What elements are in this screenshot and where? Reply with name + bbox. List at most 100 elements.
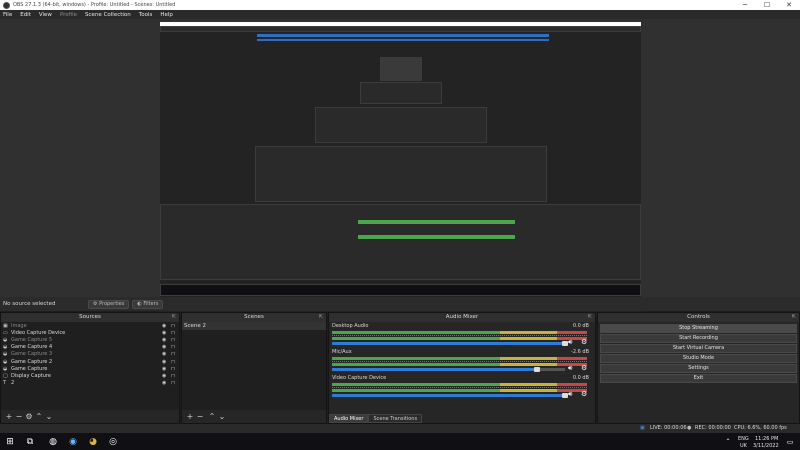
source-item[interactable]: T 2 ◉ ⊓ [1,380,179,387]
menu-scene-collection[interactable]: Scene Collection [85,12,131,18]
close-button[interactable]: ✕ [778,0,800,10]
tab-scene-transitions[interactable]: Scene Transitions [368,414,423,423]
gear-icon[interactable]: ⚙ [581,364,587,372]
source-item[interactable]: ◒ Game Capture 4 ◉ ⊓ [1,344,179,351]
source-item[interactable]: ◒ Game Capture ◉ ⊓ [1,365,179,372]
nested-layer-1 [360,82,442,104]
channel-name: Video Capture Device [332,375,387,381]
nested-layer-4 [160,204,641,280]
settings-button[interactable]: Settings [600,364,797,373]
notification-icon[interactable]: ▭ [783,435,797,448]
stop-streaming-button[interactable]: Stop Streaming [600,324,797,333]
region-label[interactable]: UK [740,443,747,449]
scenes-list[interactable]: Scene 2 [182,322,326,410]
add-scene-icon[interactable]: + [185,412,195,421]
minimize-button[interactable]: ─ [734,0,756,10]
gamepad-icon: ◒ [3,344,8,351]
visibility-eye-icon[interactable]: ◉ [162,323,171,329]
visibility-eye-icon[interactable]: ◉ [162,351,171,357]
preview-canvas[interactable] [160,22,641,313]
scene-item[interactable]: Scene 2 [182,322,326,330]
chrome-icon[interactable]: ◕ [86,435,100,448]
move-up-icon[interactable]: ⌃ [207,412,217,421]
nested-capture-bar-2 [257,39,549,41]
tab-audio-mixer[interactable]: Audio Mixer [329,414,369,423]
gear-icon[interactable]: ⚙ [581,390,587,398]
visibility-eye-icon[interactable]: ◉ [162,337,171,343]
source-item[interactable]: ◒ Game Capture 2 ◉ ⊓ [1,358,179,365]
lock-icon[interactable]: ⊓ [171,359,179,365]
exit-button[interactable]: Exit [600,374,797,383]
visibility-eye-icon[interactable]: ◉ [162,373,171,379]
clock-time[interactable]: 11:26 PM [755,436,778,442]
move-down-icon[interactable]: ⌄ [44,412,54,421]
source-item[interactable]: ◒ Game Capture 3 ◉ ⊓ [1,351,179,358]
lock-icon[interactable]: ⊓ [171,337,179,343]
menu-file[interactable]: File [3,12,12,18]
speaker-icon[interactable]: 🔊︎ [568,364,572,373]
filters-button[interactable]: ◐ Filters [132,299,164,309]
volume-fader[interactable] [332,368,538,371]
menu-tools[interactable]: Tools [139,12,153,18]
preview-area[interactable] [0,19,800,313]
live-icon: ▣ [640,425,645,431]
window-title: OBS 27.1.3 (64-bit, windows) - Profile: … [13,2,176,8]
move-down-icon[interactable]: ⌄ [217,412,227,421]
lock-icon[interactable]: ⊓ [171,323,179,329]
fader-knob[interactable] [534,367,541,372]
rec-icon: ● [687,425,692,431]
visibility-eye-icon[interactable]: ◉ [162,380,171,386]
text-icon: T [3,380,7,387]
speaker-icon[interactable]: 🔊︎ [568,390,572,399]
menu-edit[interactable]: Edit [20,12,31,18]
speaker-icon[interactable]: 🔊︎ [568,338,572,347]
sources-list[interactable]: ▣ Image ◉ ⊓ ▭ Video Capture Device ◉ ⊓ ◒ Game Cap… [1,322,179,410]
add-source-icon[interactable]: + [4,412,14,421]
mixer-channels: Desktop Audio 0.0 dB 🔊︎ ⚙ Mic/Aux -2.6 dB 🔊︎ ⚙ V… [329,322,595,412]
lock-icon[interactable]: ⊓ [171,373,179,379]
source-item[interactable]: ◒ Game Capture 5 ◉ ⊓ [1,336,179,343]
lock-icon[interactable]: ⊓ [171,366,179,372]
obs-taskbar-icon[interactable]: ◎ [106,435,120,448]
lock-icon[interactable]: ⊓ [171,351,179,357]
volume-fader[interactable] [332,342,565,345]
visibility-eye-icon[interactable]: ◉ [162,359,171,365]
taskbar-app-icon[interactable]: ◉ [66,435,80,448]
start-virtual-camera-button[interactable]: Start Virtual Camera [600,344,797,353]
move-up-icon[interactable]: ⌃ [34,412,44,421]
clock-date[interactable]: 3/11/2022 [753,443,779,449]
lock-icon[interactable]: ⊓ [171,330,179,336]
task-view-icon[interactable]: ⧉ [23,435,37,448]
undock-icon[interactable]: ⇱ [792,313,796,322]
visibility-eye-icon[interactable]: ◉ [162,330,171,336]
properties-button[interactable]: ⚙ Properties [88,299,130,309]
windows-start-icon[interactable]: ⊞ [3,435,17,448]
menu-help[interactable]: Help [160,12,173,18]
visibility-eye-icon[interactable]: ◉ [162,366,171,372]
lang-label[interactable]: ENG [738,436,749,442]
source-properties-icon[interactable]: ⚙ [24,412,34,421]
lock-icon[interactable]: ⊓ [171,380,179,386]
remove-source-icon[interactable]: − [14,412,24,421]
undock-icon[interactable]: ⇱ [319,313,323,322]
source-item[interactable]: ▭ Video Capture Device ◉ ⊓ [1,329,179,336]
start-recording-button[interactable]: Start Recording [600,334,797,343]
menu-profile[interactable]: Profile [60,12,77,18]
audio-mixer-header: Audio Mixer ⇱ [329,313,595,322]
menu-view[interactable]: View [39,12,52,18]
visibility-eye-icon[interactable]: ◉ [162,344,171,350]
gear-icon[interactable]: ⚙ [581,338,587,346]
source-item[interactable]: ▢ Display Capture ◉ ⊓ [1,372,179,379]
steam-icon[interactable]: ◍ [46,435,60,448]
studio-mode-button[interactable]: Studio Mode [600,354,797,363]
channel-db: -2.6 dB [571,349,589,355]
volume-fader[interactable] [332,394,565,397]
tray-chevron-icon[interactable]: ⌃ [721,435,735,448]
remove-scene-icon[interactable]: − [195,412,205,421]
source-item[interactable]: ▣ Image ◉ ⊓ [1,322,179,329]
undock-icon[interactable]: ⇱ [172,313,176,322]
undock-icon[interactable]: ⇱ [588,313,592,322]
lock-icon[interactable]: ⊓ [171,344,179,350]
maximize-button[interactable]: ☐ [756,0,778,10]
gamepad-icon: ◒ [3,336,8,343]
